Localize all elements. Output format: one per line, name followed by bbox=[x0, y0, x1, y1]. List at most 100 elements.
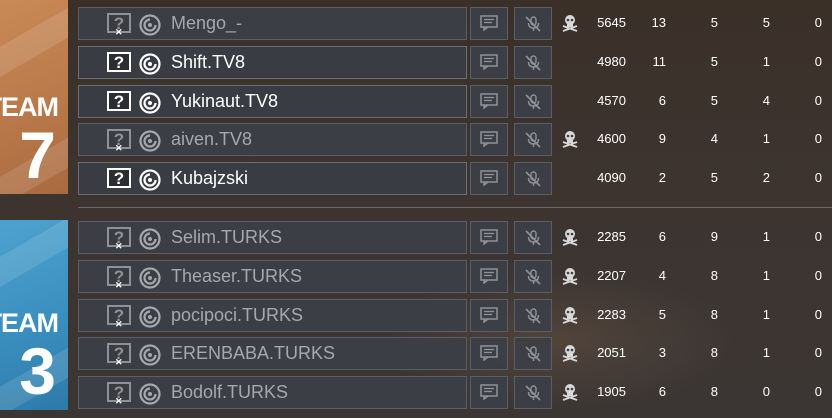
player-assists: 8 bbox=[710, 345, 718, 360]
player-name-cell[interactable]: ? ✕ aiven.TV8 bbox=[78, 123, 467, 156]
ubisoft-logo-icon bbox=[139, 267, 161, 289]
chat-button[interactable] bbox=[470, 85, 508, 118]
dead-skull-icon bbox=[562, 344, 578, 362]
mute-button[interactable] bbox=[514, 376, 552, 409]
player-row[interactable]: ? ✕ Theaser.TURKS 2207 4 8 1 0 bbox=[78, 260, 832, 293]
ubisoft-logo-icon bbox=[139, 92, 161, 114]
player-deaths: 1 bbox=[762, 307, 770, 322]
chat-button[interactable] bbox=[470, 162, 508, 195]
chat-button[interactable] bbox=[470, 260, 508, 293]
chat-button[interactable] bbox=[470, 7, 508, 40]
player-row[interactable]: ? ✕ aiven.TV8 4600 9 4 1 0 bbox=[78, 123, 832, 156]
player-score: 2283 bbox=[597, 307, 626, 322]
player-score: 2207 bbox=[597, 268, 626, 283]
player-name[interactable]: Kubajzski bbox=[171, 168, 248, 189]
player-ping: 0 bbox=[814, 131, 822, 146]
panel-stripe bbox=[0, 220, 68, 290]
player-score: 5645 bbox=[597, 15, 626, 30]
player-ping: 0 bbox=[814, 345, 822, 360]
player-name[interactable]: aiven.TV8 bbox=[171, 129, 252, 150]
player-name-cell[interactable]: ? ✕ pocipoci.TURKS bbox=[78, 299, 467, 332]
player-assists: 5 bbox=[710, 15, 718, 30]
dead-skull-icon bbox=[562, 306, 578, 324]
question-mark-icon: ? ✕ bbox=[107, 13, 131, 37]
chat-button[interactable] bbox=[470, 299, 508, 332]
mute-button[interactable] bbox=[514, 221, 552, 254]
player-assists: 8 bbox=[710, 384, 718, 399]
mute-button[interactable] bbox=[514, 260, 552, 293]
player-name-cell[interactable]: ? ✕ Selim.TURKS bbox=[78, 221, 467, 254]
player-assists: 5 bbox=[710, 54, 718, 69]
player-assists: 8 bbox=[710, 268, 718, 283]
player-name[interactable]: Bodolf.TURKS bbox=[171, 382, 288, 403]
chat-button[interactable] bbox=[470, 123, 508, 156]
ubisoft-logo-icon bbox=[139, 130, 161, 152]
player-score: 4600 bbox=[597, 131, 626, 146]
chat-button[interactable] bbox=[470, 376, 508, 409]
player-name[interactable]: pocipoci.TURKS bbox=[171, 305, 303, 326]
player-name-cell[interactable]: ? ✕ Theaser.TURKS bbox=[78, 260, 467, 293]
player-row[interactable]: ? Shift.TV8 4980 11 5 1 0 bbox=[78, 46, 832, 79]
mute-button[interactable] bbox=[514, 337, 552, 370]
mute-button[interactable] bbox=[514, 299, 552, 332]
player-score: 1905 bbox=[597, 384, 626, 399]
ubisoft-logo-icon bbox=[139, 306, 161, 328]
chat-button[interactable] bbox=[470, 337, 508, 370]
panel-stripe bbox=[0, 0, 68, 80]
eliminated-x-icon: ✕ bbox=[115, 396, 123, 406]
ubisoft-logo-icon bbox=[139, 169, 161, 191]
chat-button[interactable] bbox=[470, 221, 508, 254]
player-deaths: 1 bbox=[762, 268, 770, 283]
player-name-cell[interactable]: ? Kubajzski bbox=[78, 162, 467, 195]
question-mark-icon: ? ✕ bbox=[107, 343, 131, 367]
eliminated-x-icon: ✕ bbox=[115, 241, 123, 251]
player-deaths: 1 bbox=[762, 131, 770, 146]
player-deaths: 1 bbox=[762, 345, 770, 360]
question-mark-icon: ? ✕ bbox=[107, 382, 131, 406]
player-assists: 8 bbox=[710, 307, 718, 322]
player-name-cell[interactable]: ? ✕ Mengo_- bbox=[78, 7, 467, 40]
eliminated-x-icon: ✕ bbox=[115, 143, 123, 153]
question-mark-icon: ? ✕ bbox=[107, 129, 131, 153]
player-ping: 0 bbox=[814, 15, 822, 30]
player-name[interactable]: Shift.TV8 bbox=[171, 52, 245, 73]
chat-button[interactable] bbox=[470, 46, 508, 79]
player-ping: 0 bbox=[814, 170, 822, 185]
dead-skull-icon bbox=[562, 383, 578, 401]
mute-button[interactable] bbox=[514, 123, 552, 156]
player-row[interactable]: ? ✕ Mengo_- 5645 13 5 5 0 bbox=[78, 7, 832, 40]
player-name-cell[interactable]: ? ✕ Bodolf.TURKS bbox=[78, 376, 467, 409]
player-name[interactable]: Mengo_- bbox=[171, 13, 242, 34]
player-score: 4090 bbox=[597, 170, 626, 185]
player-name[interactable]: Selim.TURKS bbox=[171, 227, 282, 248]
dead-skull-icon bbox=[562, 130, 578, 148]
player-row[interactable]: ? Yukinaut.TV8 4570 6 5 4 0 bbox=[78, 85, 832, 118]
player-row[interactable]: ? ✕ pocipoci.TURKS 2283 5 8 1 0 bbox=[78, 299, 832, 332]
player-ping: 0 bbox=[814, 54, 822, 69]
player-name-cell[interactable]: ? ✕ ERENBABA.TURKS bbox=[78, 337, 467, 370]
player-name-cell[interactable]: ? Shift.TV8 bbox=[78, 46, 467, 79]
mute-button[interactable] bbox=[514, 85, 552, 118]
player-score: 2285 bbox=[597, 229, 626, 244]
ubisoft-logo-icon bbox=[139, 14, 161, 36]
player-kills: 2 bbox=[658, 170, 666, 185]
player-row[interactable]: ? Kubajzski 4090 2 5 2 0 bbox=[78, 162, 832, 195]
player-name-cell[interactable]: ? Yukinaut.TV8 bbox=[78, 85, 467, 118]
player-name[interactable]: Yukinaut.TV8 bbox=[171, 91, 278, 112]
player-row[interactable]: ? ✕ Selim.TURKS 2285 6 9 1 0 bbox=[78, 221, 832, 254]
mute-button[interactable] bbox=[514, 7, 552, 40]
eliminated-x-icon: ✕ bbox=[115, 319, 123, 329]
team-3-number: 3 bbox=[19, 334, 56, 408]
player-ping: 0 bbox=[814, 268, 822, 283]
player-name[interactable]: ERENBABA.TURKS bbox=[171, 343, 335, 364]
player-row[interactable]: ? ✕ Bodolf.TURKS 1905 6 8 0 0 bbox=[78, 376, 832, 409]
player-kills: 11 bbox=[652, 54, 667, 69]
question-mark-icon: ? ✕ bbox=[107, 305, 131, 329]
player-name[interactable]: Theaser.TURKS bbox=[171, 266, 302, 287]
player-row[interactable]: ? ✕ ERENBABA.TURKS 2051 3 8 1 0 bbox=[78, 337, 832, 370]
ubisoft-logo-icon bbox=[139, 228, 161, 250]
team-7-label: TEAM bbox=[0, 92, 59, 122]
mute-button[interactable] bbox=[514, 162, 552, 195]
mute-button[interactable] bbox=[514, 46, 552, 79]
team-7-panel: TEAM 7 bbox=[0, 0, 68, 194]
